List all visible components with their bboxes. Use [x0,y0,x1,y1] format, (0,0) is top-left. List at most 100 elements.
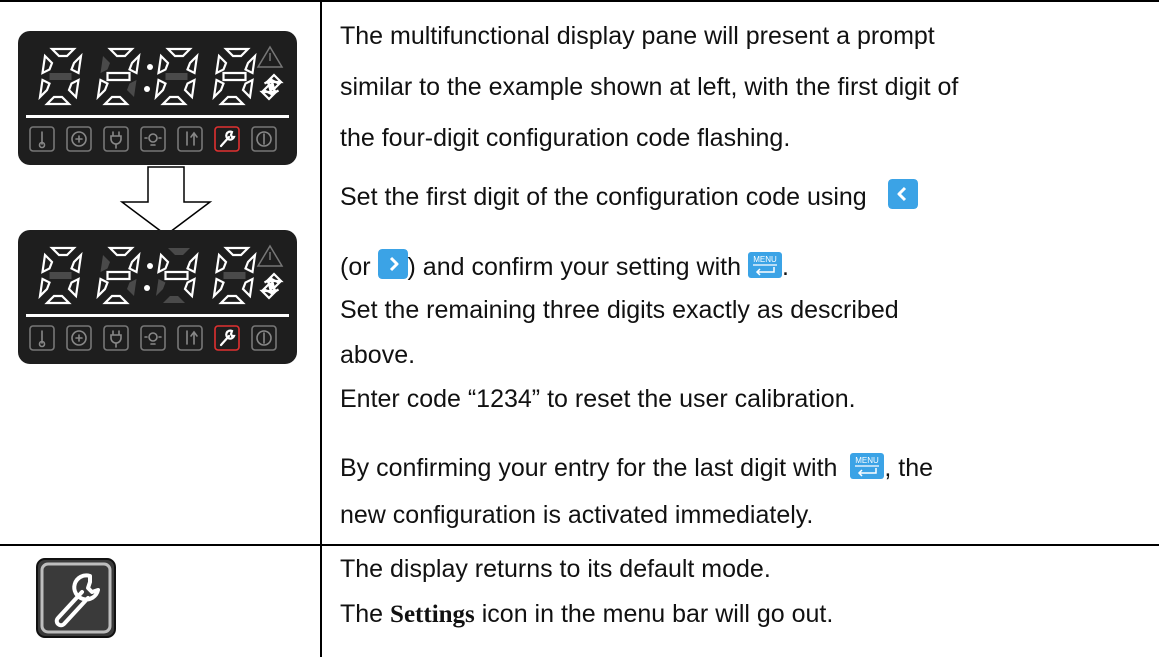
confirming-post-text: , the [884,454,934,482]
left-arrow-icon [887,179,918,209]
segment-a [165,47,193,58]
thermo-arrow-icon [177,126,203,152]
segment-g [49,272,72,279]
menu-label: MENU [753,255,777,264]
segment-b [70,251,83,274]
digit-1 [38,47,83,106]
segment-g [165,73,188,80]
paragraph1-line1: The multifunctional display pane will pr… [340,22,935,50]
segment-f [157,252,170,274]
segment-e [38,277,51,300]
segment-e [38,78,51,101]
small-digit [259,272,284,300]
segment-g [106,71,131,82]
segment-f [100,255,110,272]
section2-line2-pre: The [340,600,384,628]
segment-b [244,52,257,75]
segment-a [223,246,251,257]
segment-b [244,251,257,274]
lamp-icon [140,126,166,152]
confirming-pre-text: By confirming your entry for the last di… [340,454,838,482]
settings-wrench-icon [36,558,116,638]
remaining-line2: above. [340,341,416,369]
segment-c [183,78,196,100]
segment-c [241,78,254,100]
segment-c [241,277,254,299]
segment-b [128,52,141,75]
separator-line [26,314,289,317]
digit-4 [212,47,257,106]
segment-c [183,277,196,299]
enter-code-line: Enter code “1234” to reset the user cali… [340,385,856,413]
remaining-line1: Set the remaining three digits exactly a… [340,296,899,324]
segment-c [67,277,80,299]
segment-a [223,47,251,58]
menu-enter-icon: MENU [747,252,782,278]
segment-g [106,270,131,281]
thermometer-icon [29,325,55,351]
segment-c [67,78,80,100]
table-column-divider [320,0,322,657]
right-arrow-icon [377,249,408,279]
plug-icon [103,126,129,152]
segment-c [127,80,137,97]
table-top-border [0,0,1159,2]
segment-c [127,279,137,296]
segment-g [164,270,189,281]
segment-e [212,277,225,300]
paragraph1-line2: similar to the example shown at left, wi… [340,73,959,101]
plug-icon [103,325,129,351]
lamp-icon [140,325,166,351]
wrench-icon [214,325,240,351]
period-text: . [781,253,789,281]
set-first-digit-line: Set the first digit of the configuration… [340,179,918,212]
display-bottom-svg [26,244,289,351]
segment-d [218,294,246,305]
section2-line2: The Settings icon in the menu bar will g… [340,599,833,630]
target-icon [66,325,92,351]
segment-d [163,296,185,303]
confirming-line: By confirming your entry for the last di… [340,453,933,483]
segment-f [41,252,54,274]
digit-2 [96,47,141,106]
section2-line2-post: icon in the menu bar will go out. [481,600,834,628]
digit-3 [156,248,199,303]
small-digit [259,73,284,101]
display-panel-top [18,31,297,165]
colon-dot-top [147,64,153,70]
segment-b [128,251,141,274]
segment-a [107,47,135,58]
segment-g [49,73,72,80]
menu-enter-icon-2: MENU [850,453,885,479]
segment-d [102,294,130,305]
table-row-divider [0,544,1159,546]
power-icon [251,325,277,351]
or-confirm-line: (or ) and confirm your setting with MENU… [340,249,789,282]
segment-e [96,78,109,101]
segment-f [215,252,228,274]
segment-b [186,251,199,274]
wrench-icon [214,126,240,152]
display-panel-bottom [18,230,297,364]
segment-f [100,56,110,73]
digit-1 [38,246,83,305]
target-icon [66,126,92,152]
segment-d [218,95,246,106]
segment-g [223,272,246,279]
segment-a [168,248,190,255]
segment-f [215,53,228,75]
section2-line1: The display returns to its default mode. [340,555,771,583]
segment-a [49,47,77,58]
segment-e [154,78,167,101]
colon-dot-bottom [144,285,150,291]
segment-d [44,294,72,305]
segment-e [156,279,166,296]
thermo-arrow-icon [177,325,203,351]
separator-line [26,115,289,118]
segment-b [70,52,83,75]
segment-d [102,95,130,106]
segment-e [212,78,225,101]
set-first-text: Set the first digit of the configuration… [340,183,867,211]
down-arrow-icon [119,166,213,236]
segment-a [49,246,77,257]
